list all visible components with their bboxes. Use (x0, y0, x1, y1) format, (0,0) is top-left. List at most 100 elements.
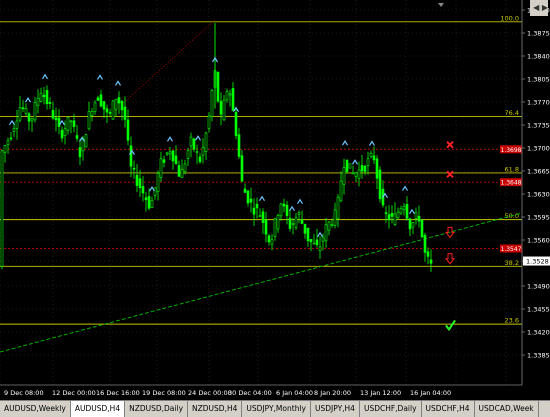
candle-body (42, 94, 46, 98)
arrow-left-icon[interactable]: ◀ (533, 3, 539, 12)
candle-body (240, 155, 244, 182)
candle-body (129, 145, 133, 167)
candle-body (333, 209, 337, 226)
candle-body (252, 207, 256, 215)
candle-body (423, 234, 427, 253)
candle-body (177, 165, 181, 177)
time-tick-label: 19 Dec 08:00 (142, 389, 186, 397)
candle-body (33, 102, 37, 121)
candle-body (261, 211, 265, 223)
candle-body (90, 111, 94, 116)
candle-body (420, 219, 424, 238)
candle-body (30, 118, 34, 122)
time-tick-label: 30 Dec 04:00 (228, 389, 272, 397)
candle-body (375, 158, 379, 179)
candle-body (237, 134, 241, 157)
candle-body (294, 217, 298, 228)
candle-body (297, 212, 301, 215)
candle-body (366, 158, 370, 166)
candle-body (108, 112, 112, 114)
price-tick-label: 1.3560 (527, 237, 550, 245)
candle-body (9, 137, 13, 140)
candle-body (51, 110, 55, 119)
chart-tab[interactable]: USDCHF,H4 (422, 401, 475, 417)
candle-body (174, 155, 178, 164)
candle-body (225, 91, 229, 101)
price-tick-label: 1.3490 (527, 283, 550, 291)
candle-body (357, 169, 361, 179)
candle-body (201, 147, 205, 156)
chart-tab[interactable]: USDCHF,Daily (360, 401, 422, 417)
candle-body (147, 196, 151, 209)
candle-body (75, 135, 79, 139)
fib-level-label: 61.8 (505, 165, 519, 173)
candle-body (390, 213, 394, 217)
candle-body (348, 163, 352, 169)
candle-body (117, 97, 121, 104)
candle-body (258, 215, 262, 217)
candle-body (45, 90, 49, 105)
resistance-price-label: 1.3698 (501, 147, 522, 154)
price-tick-label: 1.3665 (527, 168, 550, 176)
candle-body (243, 188, 247, 193)
tab-scroll-arrows[interactable]: ◀ ▶ (530, 0, 548, 16)
price-chart[interactable]: 100.076.461.850.038.223.61.36981.36481.3… (0, 0, 550, 400)
candle-body (198, 156, 202, 163)
fib-level-label: 38.2 (505, 259, 519, 267)
candle-body (93, 102, 97, 112)
candle-body (153, 187, 157, 196)
chart-tab[interactable]: NZDUSD,H4 (188, 401, 243, 417)
time-tick-label: 16 Jan 04:00 (410, 389, 451, 397)
candle-body (126, 119, 130, 141)
candle-body (171, 150, 175, 162)
candle-body (87, 111, 91, 130)
arrow-right-icon[interactable]: ▶ (542, 3, 548, 12)
candle-body (282, 203, 286, 207)
price-tick-label: 1.3455 (527, 306, 550, 314)
chart-tab[interactable]: AUDUSD,H4 (70, 401, 126, 417)
candle-body (105, 108, 109, 113)
candle-body (267, 235, 271, 243)
candle-body (12, 128, 16, 132)
candle-body (300, 219, 304, 224)
candle-body (417, 215, 421, 222)
candle-body (309, 239, 313, 243)
candle-body (312, 242, 316, 245)
chart-tab[interactable]: AUDUSD,Weekly (0, 401, 71, 417)
candle-body (336, 196, 340, 220)
resistance-price-label: 1.3648 (501, 180, 522, 187)
candle-body (123, 106, 127, 120)
current-price-label: 1.3528 (526, 258, 549, 266)
time-axis: 9 Dec 08:00 12 Dec 00:00 16 Dec 16:00 19 De… (4, 389, 451, 397)
candle-body (222, 99, 226, 121)
candle-body (426, 251, 430, 257)
candle-body (246, 190, 250, 204)
candle-body (114, 98, 118, 110)
candle-body (21, 107, 25, 110)
candle-body (72, 120, 76, 127)
time-tick-label: 9 Dec 08:00 (4, 389, 44, 397)
chart-tab[interactable]: USDJPY,Monthly (242, 401, 311, 417)
candle-body (231, 88, 235, 111)
price-tick-label: 1.3420 (527, 329, 550, 337)
candle-body (165, 152, 169, 155)
candle-body (66, 116, 70, 131)
candle-body (63, 128, 67, 137)
chart-background (0, 0, 550, 400)
price-tick-label: 1.3735 (527, 122, 550, 130)
candle-body (255, 203, 259, 209)
candle-body (186, 150, 190, 159)
chart-tab[interactable]: USDJPY,H4 (311, 401, 360, 417)
chart-tab[interactable]: NZDUSD,Daily (125, 401, 189, 417)
candle-body (0, 150, 4, 267)
candle-body (183, 163, 187, 173)
candle-body (195, 151, 199, 153)
candle-body (369, 152, 373, 157)
candle-body (273, 218, 277, 237)
candle-body (228, 93, 232, 96)
candle-body (351, 172, 355, 175)
chart-tab[interactable]: USDCAD,Week (475, 401, 539, 417)
candle-body (216, 71, 220, 102)
candle-body (387, 214, 391, 221)
candle-body (285, 204, 289, 216)
